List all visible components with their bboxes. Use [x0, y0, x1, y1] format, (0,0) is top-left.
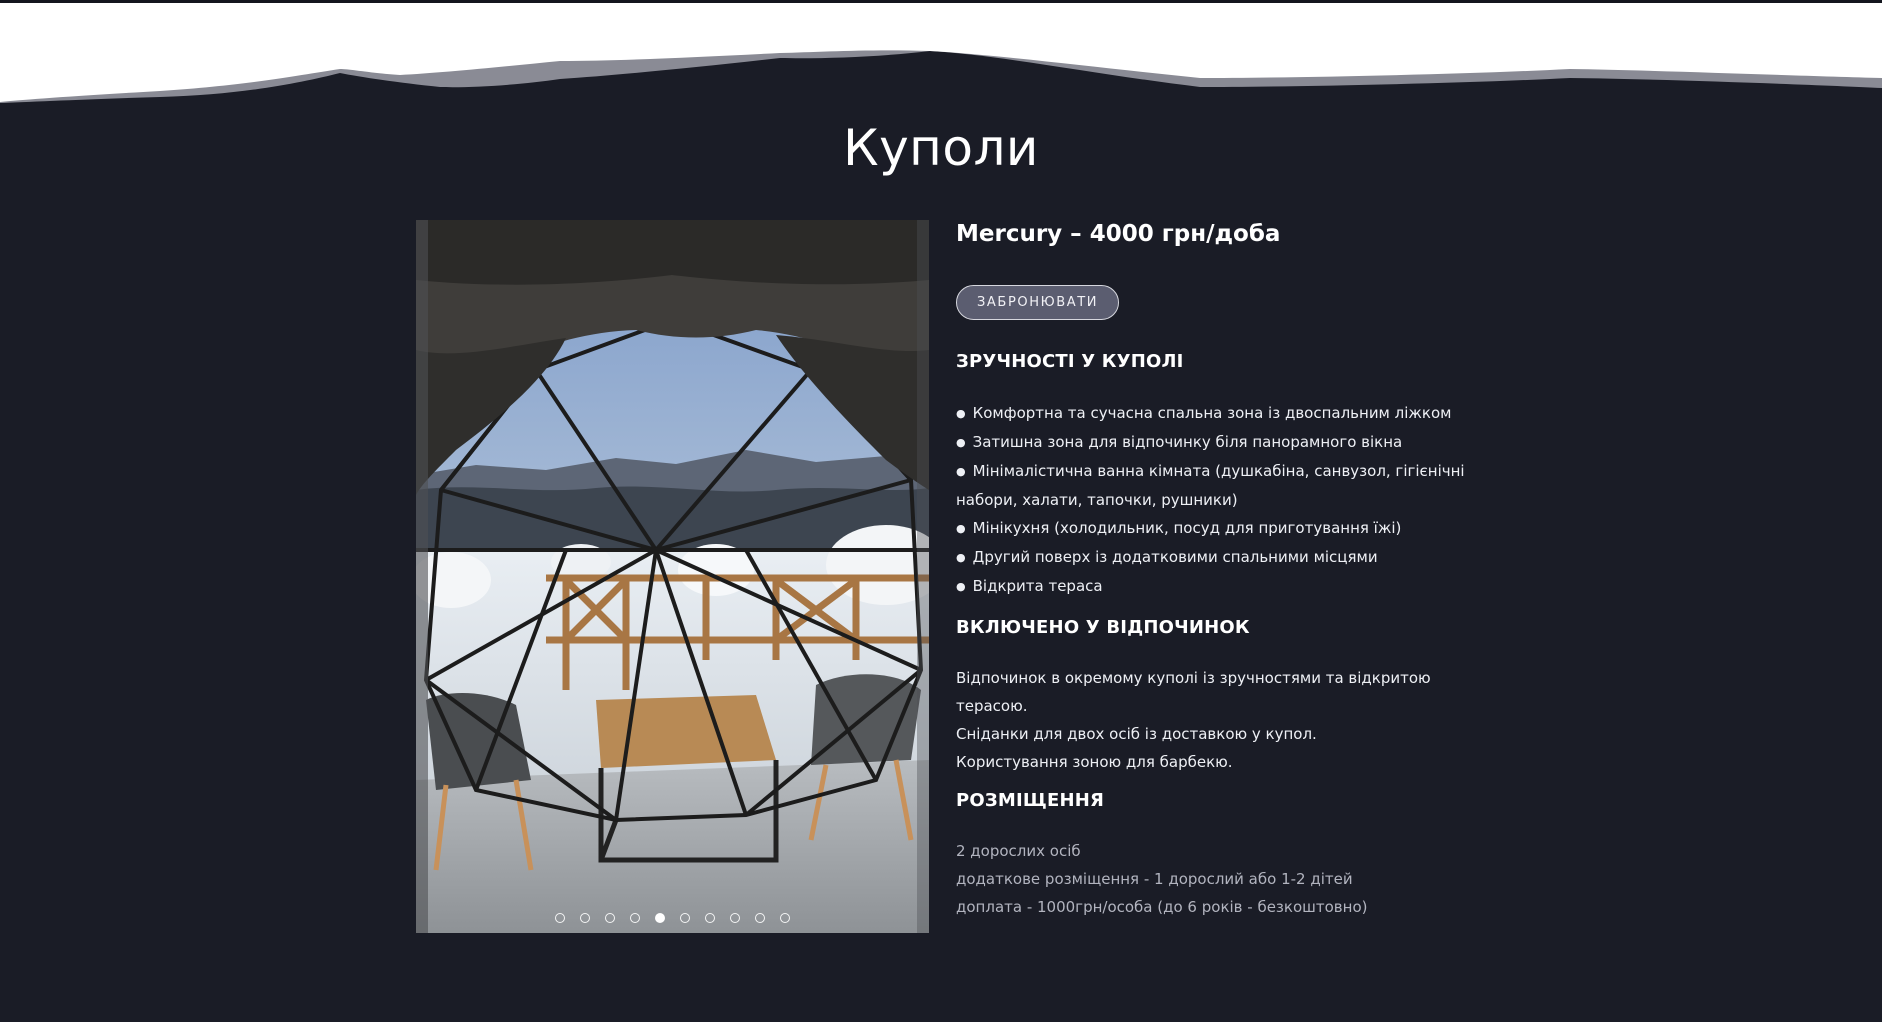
- accommodation-item: доплата - 1000грн/особа (до 6 років - бе…: [956, 898, 1368, 916]
- room-info: Mercury – 4000 грн/доба ЗАБРОНЮВАТИ ЗРУЧ…: [956, 216, 1476, 921]
- included-heading: ВКЛЮЧЕНО У ВІДПОЧИНОК: [956, 617, 1250, 638]
- slider-dot[interactable]: [680, 913, 690, 923]
- dome-image-slider[interactable]: [416, 220, 929, 933]
- included-list: Відпочинок в окремому куполі із зручност…: [956, 664, 1476, 776]
- section-title: Куполи: [843, 119, 1039, 177]
- accommodation-item: 2 дорослих осіб: [956, 842, 1081, 860]
- dome-interior-photo: [416, 220, 929, 933]
- amenity-item: Відкрита тераса: [956, 572, 1476, 601]
- slider-dot[interactable]: [555, 913, 565, 923]
- amenity-item: Комфортна та сучасна спальна зона із дво…: [956, 399, 1476, 428]
- slider-dot[interactable]: [630, 913, 640, 923]
- accommodation-heading: РОЗМІЩЕННЯ: [956, 790, 1105, 811]
- slider-dot[interactable]: [780, 913, 790, 923]
- slider-dot[interactable]: [655, 913, 665, 923]
- slider-dot[interactable]: [580, 913, 590, 923]
- slider-dot[interactable]: [605, 913, 615, 923]
- room-price-title: Mercury – 4000 грн/доба: [956, 221, 1281, 247]
- wave-divider: [0, 3, 1882, 113]
- accommodation-list: 2 дорослих осіб додаткове розміщення - 1…: [956, 837, 1476, 921]
- included-item: Відпочинок в окремому куполі із зручност…: [956, 669, 1431, 715]
- slider-dots: [416, 913, 929, 923]
- slider-dot[interactable]: [755, 913, 765, 923]
- slider-dot[interactable]: [730, 913, 740, 923]
- amenities-list: Комфортна та сучасна спальна зона із дво…: [956, 399, 1476, 601]
- slider-dot[interactable]: [705, 913, 715, 923]
- book-button[interactable]: ЗАБРОНЮВАТИ: [956, 285, 1120, 320]
- included-item: Сніданки для двох осіб із доставкою у ку…: [956, 725, 1317, 743]
- amenities-heading: ЗРУЧНОСТІ У КУПОЛІ: [956, 351, 1184, 372]
- amenity-item: Мінікухня (холодильник, посуд для пригот…: [956, 514, 1476, 543]
- amenity-item: Мінімалістична ванна кімната (душкабіна,…: [956, 457, 1476, 514]
- amenity-item: Другий поверх із додатковими спальними м…: [956, 543, 1476, 572]
- included-item: Користування зоною для барбекю.: [956, 753, 1233, 771]
- page: Куполи Mercury – 4000 грн/доба ЗАБРОНЮВА…: [0, 0, 1882, 1022]
- accommodation-item: додаткове розміщення - 1 дорослий або 1-…: [956, 870, 1353, 888]
- amenity-item: Затишна зона для відпочинку біля панорам…: [956, 428, 1476, 457]
